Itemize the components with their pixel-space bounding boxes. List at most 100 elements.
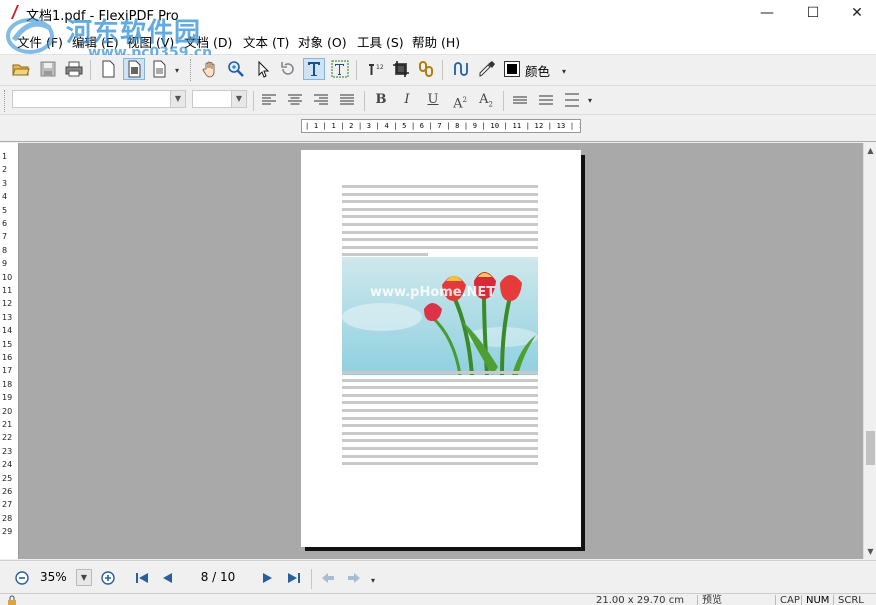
previous-page-icon xyxy=(163,573,172,583)
toolbar-separator xyxy=(253,91,254,111)
back-view-button[interactable] xyxy=(319,569,337,587)
zoom-level[interactable]: 35% xyxy=(40,570,67,584)
line-spacing-single-button[interactable] xyxy=(509,89,531,111)
subscript-button[interactable]: A2 xyxy=(475,90,497,110)
menu-tools[interactable]: 工具 (S) xyxy=(357,32,404,51)
text-line xyxy=(342,371,538,374)
page-layout-dropdown-arrow[interactable]: ▾ xyxy=(175,66,179,75)
menu-object[interactable]: 对象 (O) xyxy=(298,32,347,51)
align-left-icon xyxy=(262,94,276,105)
line-spacing-icon xyxy=(513,96,527,104)
color-swatch[interactable] xyxy=(504,61,520,77)
previous-page-button[interactable] xyxy=(159,569,177,587)
text-line xyxy=(342,223,538,226)
toolbar-grip xyxy=(190,59,194,81)
vertical-scrollbar[interactable]: ▲ ▼ xyxy=(863,143,876,559)
crop-button[interactable] xyxy=(390,58,412,80)
text-line xyxy=(342,439,538,443)
underline-button[interactable]: U xyxy=(422,90,444,110)
zoom-dropdown[interactable]: ▼ xyxy=(76,569,92,586)
rotate-button[interactable] xyxy=(277,58,299,80)
hand-tool-button[interactable] xyxy=(199,58,221,80)
printer-icon xyxy=(65,61,83,77)
vertical-ruler-tick: 15 xyxy=(2,339,13,349)
close-button[interactable]: ✕ xyxy=(834,0,876,26)
align-right-button[interactable] xyxy=(310,89,332,111)
navigation-bar: 35% ▼ 8 / 10 ▾ xyxy=(0,560,876,593)
italic-button[interactable]: I xyxy=(396,90,418,110)
toolbar-separator xyxy=(442,60,443,80)
color-label[interactable]: 颜色 xyxy=(525,61,550,80)
align-center-button[interactable] xyxy=(284,89,306,111)
zoom-tool-button[interactable] xyxy=(225,58,247,80)
align-left-button[interactable] xyxy=(258,89,280,111)
color-dropdown-arrow[interactable]: ▾ xyxy=(562,67,566,76)
scrollbar-thumb[interactable] xyxy=(866,431,875,465)
vertical-ruler-tick: 21 xyxy=(2,420,13,429)
open-button[interactable] xyxy=(10,58,32,80)
toolbar-separator xyxy=(503,91,504,111)
zoom-in-button[interactable] xyxy=(99,569,117,587)
arrow-pointer-icon xyxy=(258,60,270,78)
numbering-button[interactable]: 123 xyxy=(364,58,386,80)
vertical-ruler-tick: 20 xyxy=(2,406,13,416)
text-line xyxy=(342,253,428,257)
text-line xyxy=(342,409,538,412)
curve-tool-button[interactable] xyxy=(450,58,472,80)
page-indicator[interactable]: 8 / 10 xyxy=(190,570,246,584)
minimize-button[interactable]: — xyxy=(744,0,790,26)
text-tool-button[interactable] xyxy=(303,58,325,80)
vertical-ruler-tick: 3 xyxy=(2,178,8,188)
vertical-ruler-tick: 26 xyxy=(2,487,13,496)
watermark-logo-icon xyxy=(6,18,54,54)
last-page-button[interactable] xyxy=(285,569,303,587)
save-button[interactable] xyxy=(37,58,59,80)
color-swatch-fill xyxy=(507,64,517,74)
text-line xyxy=(342,431,538,435)
curve-icon xyxy=(454,62,468,76)
eyedropper-button[interactable] xyxy=(476,58,498,80)
maximize-button[interactable]: ☐ xyxy=(790,0,836,26)
next-page-button[interactable] xyxy=(258,569,276,587)
scroll-down-arrow-icon[interactable]: ▼ xyxy=(865,546,876,557)
vertical-ruler-tick: 9 xyxy=(2,259,8,269)
align-justify-button[interactable] xyxy=(336,89,358,111)
superscript-button[interactable]: A2 xyxy=(449,90,471,111)
single-page-view-button[interactable] xyxy=(123,58,145,80)
forward-view-button[interactable] xyxy=(345,569,363,587)
eyedropper-icon xyxy=(479,61,495,77)
text-frame-icon xyxy=(331,60,349,78)
menu-help[interactable]: 帮助 (H) xyxy=(412,32,460,51)
text-line xyxy=(342,462,538,466)
select-tool-button[interactable] xyxy=(252,58,274,80)
link-button[interactable] xyxy=(415,58,437,80)
font-size-select[interactable]: ▼ xyxy=(192,90,247,108)
forward-arrow-icon xyxy=(348,573,360,583)
rotate-icon xyxy=(281,62,294,75)
menu-text[interactable]: 文本 (T) xyxy=(243,32,289,51)
bold-button[interactable]: B xyxy=(370,90,392,110)
spacing-dropdown-arrow[interactable]: ▾ xyxy=(588,96,592,105)
vertical-ruler-tick: 28 xyxy=(2,513,13,523)
text-line xyxy=(342,245,538,249)
font-family-select[interactable]: ▼ xyxy=(12,90,186,108)
format-toolbar: ▼ ▼ B I U A2 A2 ▾ xyxy=(0,86,876,115)
vertical-ruler-tick: 23 xyxy=(2,446,13,456)
zoom-out-button[interactable] xyxy=(13,569,31,587)
text-line xyxy=(342,386,538,390)
line-spacing-medium-button[interactable] xyxy=(535,89,557,111)
status-bar: 21.00 x 29.70 cm 预览 CAP NUM SCRL xyxy=(0,593,876,605)
new-page-button[interactable] xyxy=(97,58,119,80)
first-page-button[interactable] xyxy=(133,569,151,587)
print-button[interactable] xyxy=(63,58,85,80)
scroll-up-arrow-icon[interactable]: ▲ xyxy=(865,145,876,156)
history-dropdown-arrow[interactable]: ▾ xyxy=(371,576,375,585)
page-layout-button[interactable] xyxy=(149,58,171,80)
text-line xyxy=(342,238,538,242)
document-canvas[interactable]: www.pHome.NET xyxy=(19,143,863,559)
text-frame-button[interactable] xyxy=(329,58,351,80)
line-spacing-double-button[interactable] xyxy=(561,89,583,111)
text-line xyxy=(342,215,538,219)
tulip-image[interactable]: www.pHome.NET xyxy=(342,257,538,375)
document-page[interactable]: www.pHome.NET xyxy=(301,150,581,547)
